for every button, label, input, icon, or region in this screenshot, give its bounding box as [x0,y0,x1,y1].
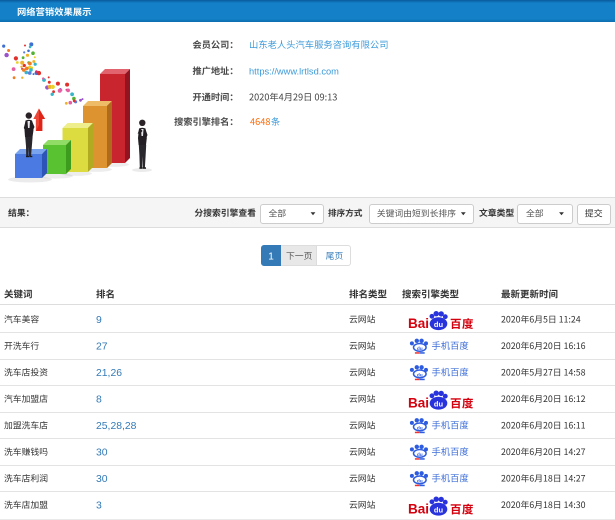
svg-text:30: 30 [96,448,108,459]
svg-text:du: du [434,399,444,408]
svg-text:9: 9 [96,315,102,326]
svg-text:du: du [434,320,444,329]
svg-text:3: 3 [96,501,102,512]
svg-text:du: du [417,425,423,431]
svg-text:du: du [434,505,444,514]
svg-text:8: 8 [96,395,102,406]
svg-text:Bai: Bai [408,316,429,331]
svg-text:du: du [417,478,423,484]
svg-text:25,28,28: 25,28,28 [96,421,137,432]
svg-text:27: 27 [96,342,108,353]
svg-text:21,26: 21,26 [96,368,122,379]
svg-text:https://www.lrtlsd.com: https://www.lrtlsd.com [249,67,339,77]
svg-text:du: du [417,372,423,378]
svg-text:Bai: Bai [408,396,429,411]
svg-text:Bai: Bai [408,502,429,517]
svg-text:du: du [417,346,423,352]
svg-text:1: 1 [268,252,274,263]
svg-text:du: du [417,452,423,458]
svg-text:30: 30 [96,474,108,485]
